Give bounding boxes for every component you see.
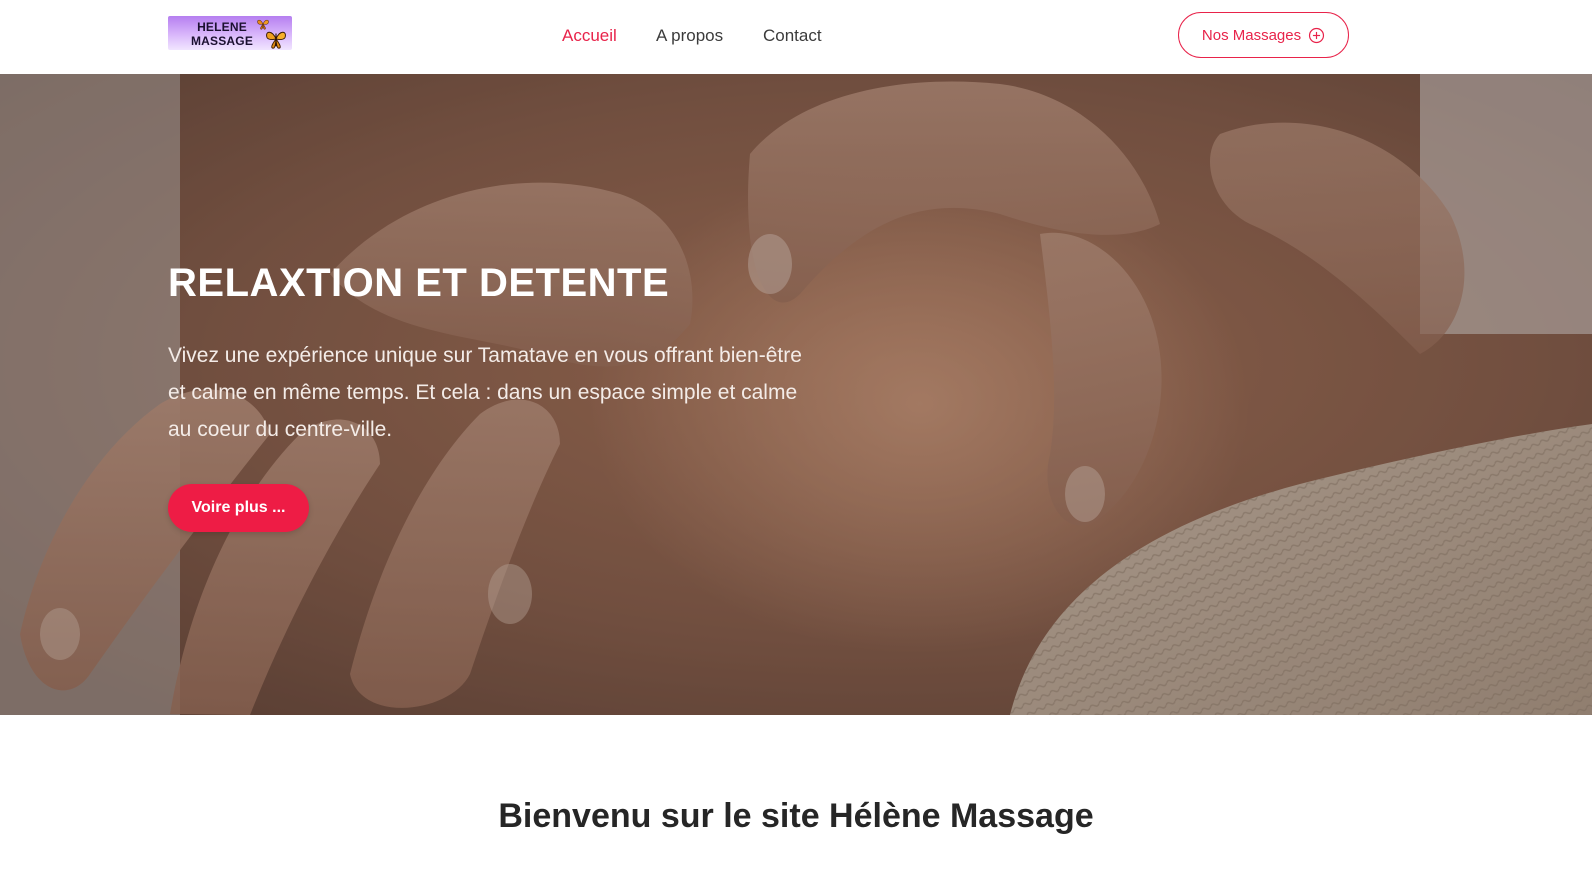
hero-banner: RELAXTION ET DETENTE Vivez une expérienc… [0, 74, 1592, 715]
voire-plus-label: Voire plus ... [191, 499, 286, 516]
site-header: HELENE MASSAGE Accueil A propos Contact … [0, 0, 1592, 74]
nav-link-contact[interactable]: Contact [763, 24, 822, 48]
nav-link-accueil[interactable]: Accueil [562, 24, 617, 48]
hero-title: RELAXTION ET DETENTE [168, 261, 670, 305]
plus-circle-icon [1309, 27, 1325, 43]
welcome-heading: Bienvenu sur le site Hélène Massage [498, 797, 1094, 835]
nos-massages-button[interactable]: Nos Massages [1178, 12, 1349, 58]
hero-description: Vivez une expérience unique sur Tamatave… [168, 344, 802, 441]
main-nav: Accueil A propos Contact [0, 24, 1592, 48]
nav-link-a-propos[interactable]: A propos [656, 24, 723, 48]
nos-massages-label: Nos Massages [1201, 26, 1302, 44]
hero-content: RELAXTION ET DETENTE Vivez une expérienc… [168, 74, 868, 715]
voire-plus-button[interactable]: Voire plus ... [168, 484, 309, 532]
